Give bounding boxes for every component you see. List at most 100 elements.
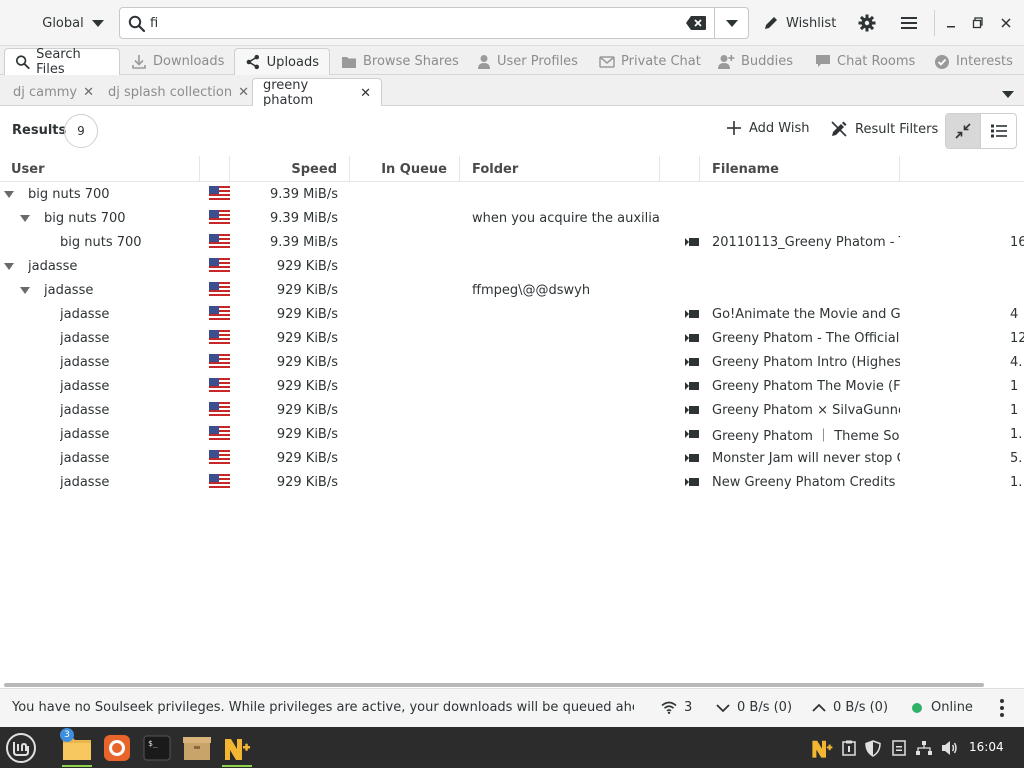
user-cell: jadasse bbox=[60, 450, 110, 466]
chevron-up-icon bbox=[812, 703, 826, 712]
speed-cell: 9.39 MiB/s bbox=[270, 210, 338, 226]
expander-arrow-icon[interactable] bbox=[20, 215, 30, 222]
wishlist-label: Wishlist bbox=[786, 15, 837, 31]
minimize-button[interactable] bbox=[941, 12, 961, 34]
download-icon bbox=[132, 54, 146, 69]
clock[interactable]: 16:04 bbox=[969, 740, 1004, 754]
collapse-all-toggle[interactable] bbox=[946, 114, 982, 148]
speed-cell: 929 KiB/s bbox=[276, 282, 338, 298]
group-by-toggle[interactable] bbox=[981, 114, 1016, 148]
terminal-app[interactable]: $_ bbox=[140, 731, 174, 765]
upload-rate-indicator[interactable]: 0 B/s (0) bbox=[812, 700, 888, 715]
nicotine-plus-icon bbox=[225, 739, 250, 760]
clear-text-icon[interactable] bbox=[685, 15, 707, 31]
close-icon bbox=[1001, 18, 1011, 28]
column-user[interactable]: User bbox=[0, 156, 200, 182]
tree-row[interactable]: big nuts 700 9.39 MiB/s 20110113_Greeny … bbox=[0, 230, 1024, 254]
connections-indicator[interactable]: 3 bbox=[661, 700, 692, 715]
size-cell: 1 bbox=[1010, 402, 1019, 418]
tree-row[interactable]: big nuts 700 9.39 MiB/s bbox=[0, 182, 1024, 206]
tree-row[interactable]: jadasse 929 KiB/s Greeny Phatom ｜ Theme … bbox=[0, 422, 1024, 446]
tab-uploads[interactable]: Uploads bbox=[234, 48, 330, 75]
mint-menu-button[interactable] bbox=[4, 731, 38, 765]
video-file-icon bbox=[685, 478, 699, 486]
wishlist-button[interactable]: Wishlist bbox=[763, 8, 836, 38]
chevron-down-icon bbox=[91, 19, 104, 27]
tree-row[interactable]: jadasse 929 KiB/s Greeny Phatom - The Of… bbox=[0, 326, 1024, 350]
tree-row[interactable]: big nuts 700 9.39 MiB/s when you acquire… bbox=[0, 206, 1024, 230]
close-button[interactable] bbox=[996, 12, 1016, 34]
gear-icon bbox=[858, 14, 876, 32]
envelope-icon bbox=[599, 55, 615, 68]
close-icon[interactable]: ✕ bbox=[238, 85, 249, 100]
volume-tray-icon[interactable] bbox=[941, 739, 959, 757]
tree-row[interactable]: jadasse 929 KiB/s ffmpeg\@@dswyh bbox=[0, 278, 1024, 302]
search-icon bbox=[128, 15, 146, 33]
column-country[interactable] bbox=[200, 156, 230, 182]
network-tray-icon[interactable] bbox=[915, 739, 933, 757]
more-options-icon[interactable] bbox=[1000, 699, 1004, 717]
tree-row[interactable]: jadasse 929 KiB/s Greeny Phatom Intro (H… bbox=[0, 350, 1024, 374]
expander-arrow-icon[interactable] bbox=[4, 191, 14, 198]
download-rate-indicator[interactable]: 0 B/s (0) bbox=[716, 700, 792, 715]
notes-tray-icon[interactable] bbox=[890, 739, 908, 757]
tab-search-files[interactable]: Search Files bbox=[4, 47, 120, 77]
add-wish-button[interactable]: Add Wish bbox=[726, 120, 810, 136]
tab-browse-shares[interactable]: Browse Shares bbox=[331, 48, 469, 75]
close-icon[interactable]: ✕ bbox=[360, 86, 371, 101]
search-box[interactable] bbox=[119, 7, 749, 39]
tree-row[interactable]: jadasse 929 KiB/s New Greeny Phatom Cred… bbox=[0, 470, 1024, 494]
scrollbar-thumb[interactable] bbox=[4, 683, 984, 687]
us-flag-icon bbox=[209, 474, 230, 488]
close-icon[interactable]: ✕ bbox=[83, 85, 94, 100]
tree-row[interactable]: jadasse 929 KiB/s Greeny Phatom The Movi… bbox=[0, 374, 1024, 398]
main-menu-button[interactable] bbox=[897, 8, 921, 38]
tab-user-profiles[interactable]: User Profiles bbox=[467, 48, 588, 75]
tab-downloads[interactable]: Downloads bbox=[121, 48, 234, 75]
tab-interests[interactable]: Interests bbox=[924, 48, 1023, 75]
search-history-dropdown[interactable] bbox=[715, 8, 749, 38]
column-file-type[interactable] bbox=[660, 156, 700, 182]
search-tab-greeny-phatom[interactable]: greeny phatom ✕ bbox=[252, 78, 382, 108]
expander-arrow-icon[interactable] bbox=[4, 263, 14, 270]
connections-count: 3 bbox=[684, 700, 693, 715]
tab-list-dropdown[interactable] bbox=[1002, 87, 1014, 102]
column-in-queue[interactable]: In Queue bbox=[350, 156, 460, 182]
tab-chat-rooms[interactable]: Chat Rooms bbox=[805, 48, 925, 75]
us-flag-icon bbox=[209, 402, 230, 416]
clipboard-tray-icon[interactable] bbox=[840, 739, 858, 757]
search-scope-dropdown[interactable]: Global bbox=[30, 8, 116, 38]
tab-label: Private Chat bbox=[621, 54, 701, 69]
privileges-message[interactable]: You have no Soulseek privileges. While p… bbox=[12, 700, 634, 715]
search-tab-label: dj splash collection bbox=[108, 84, 233, 100]
user-status-button[interactable]: Online bbox=[912, 700, 973, 715]
tab-private-chat[interactable]: Private Chat bbox=[589, 48, 711, 75]
result-filters-button[interactable]: Result Filters bbox=[830, 120, 938, 138]
tree-row[interactable]: jadasse 929 KiB/s bbox=[0, 254, 1024, 278]
search-tab-label: dj cammy bbox=[13, 84, 78, 100]
nicotine-app[interactable] bbox=[220, 731, 254, 767]
main-tab-bar: Search Files Downloads Uploads Browse Sh… bbox=[0, 46, 1024, 77]
us-flag-icon bbox=[209, 378, 230, 392]
tree-row[interactable]: jadasse 929 KiB/s Greeny Phatom × SilvaG… bbox=[0, 398, 1024, 422]
archive-app[interactable] bbox=[180, 731, 214, 765]
column-speed[interactable]: Speed bbox=[230, 156, 350, 182]
column-folder[interactable]: Folder bbox=[460, 156, 660, 182]
speed-cell: 929 KiB/s bbox=[276, 402, 338, 418]
preferences-button[interactable] bbox=[855, 8, 879, 38]
tree-row[interactable]: jadasse 929 KiB/s Monster Jam will never… bbox=[0, 446, 1024, 470]
chevron-down-icon bbox=[716, 703, 730, 712]
column-filename[interactable]: Filename bbox=[700, 156, 900, 182]
search-tab-dj-splash-collection[interactable]: dj splash collection ✕ bbox=[98, 78, 259, 106]
tab-buddies[interactable]: Buddies bbox=[707, 48, 803, 75]
shield-tray-icon[interactable] bbox=[864, 739, 882, 757]
search-input[interactable] bbox=[150, 12, 670, 34]
speed-cell: 929 KiB/s bbox=[276, 450, 338, 466]
nicotine-tray-icon[interactable] bbox=[810, 736, 834, 760]
tree-row[interactable]: jadasse 929 KiB/s Go!Animate the Movie a… bbox=[0, 302, 1024, 326]
expander-arrow-icon[interactable] bbox=[20, 287, 30, 294]
maximize-button[interactable] bbox=[968, 12, 988, 34]
search-tab-dj-cammy[interactable]: dj cammy ✕ bbox=[3, 78, 104, 106]
firefox-app[interactable] bbox=[100, 731, 134, 765]
user-cell: jadasse bbox=[60, 474, 110, 490]
